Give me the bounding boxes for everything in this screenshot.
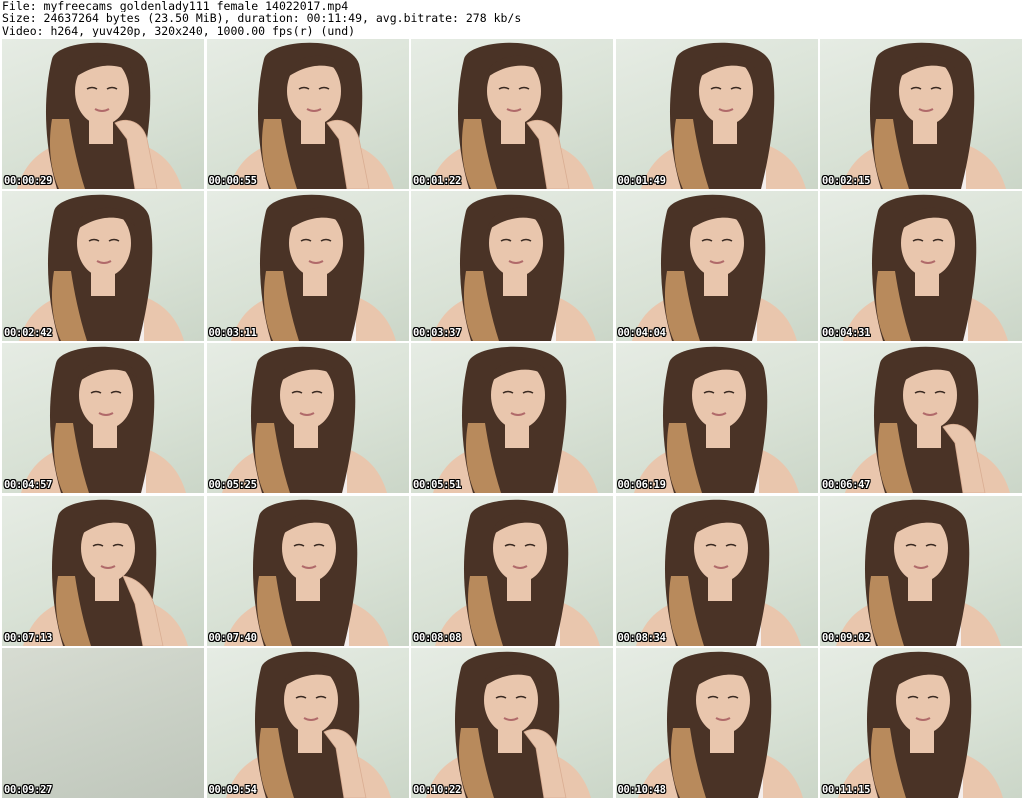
frame-timestamp: 00:06:47: [822, 479, 871, 492]
thumbnail-frame: 00:10:48: [615, 647, 818, 798]
frame-timestamp: 00:00:55: [208, 175, 257, 187]
thumbnail-frame: 00:02:42: [2, 191, 204, 342]
thumbnail-frame: 00:06:19: [615, 343, 818, 494]
file-name-line: File: myfreecams_goldenlady111_female_14…: [2, 0, 349, 13]
frame-image: [225, 651, 391, 798]
frame-timestamp: 00:04:57: [4, 479, 53, 492]
thumbnail-frame: 00:10:22: [411, 647, 613, 798]
frame-image: [429, 42, 594, 189]
thumbnail-frame: 00:00:55: [206, 39, 409, 189]
frame-timestamp: 00:00:29: [4, 175, 53, 187]
thumbnail-frame: 00:03:11: [206, 191, 409, 342]
frame-image: [228, 42, 394, 189]
thumbnail-frame: 00:09:02: [820, 495, 1022, 646]
frame-image: [23, 499, 188, 646]
thumbnail-frame: 00:04:31: [820, 191, 1022, 342]
frame-timestamp: 00:01:22: [413, 175, 462, 187]
thumbnail-frame: 00:02:15: [820, 39, 1022, 189]
frame-image: [640, 42, 806, 189]
thumbnail-frame: 00:04:04: [615, 191, 818, 342]
thumbnail-frame: 00:11:15: [820, 647, 1022, 798]
frame-timestamp: 00:07:13: [4, 631, 53, 644]
frame-image: [633, 347, 799, 494]
thumbnail-frame: 00:09:27: [2, 647, 204, 798]
thumbnail-frame: 00:08:34: [615, 495, 818, 646]
frame-timestamp: 00:09:27: [4, 783, 53, 796]
frame-timestamp: 00:07:40: [208, 631, 257, 644]
frame-image: [221, 347, 387, 494]
frame-image: [431, 194, 596, 342]
frame-timestamp: 00:08:34: [617, 631, 666, 644]
frame-image: [845, 347, 1010, 494]
thumbnail-frame: 00:00:29: [2, 39, 204, 189]
frame-image: [17, 42, 182, 189]
frame-image: [841, 42, 1006, 189]
frame-timestamp: 00:04:31: [822, 327, 871, 340]
thumbnail-frame: 00:08:08: [411, 495, 613, 646]
contact-sheet-header: File: myfreecams_goldenlady111_female_14…: [2, 0, 1022, 38]
frame-timestamp: 00:05:25: [208, 479, 257, 492]
thumbnail-frame: 00:05:51: [411, 343, 613, 494]
thumbnail-frame: 00:01:22: [411, 39, 613, 189]
frame-timestamp: 00:10:48: [617, 783, 666, 796]
frame-timestamp: 00:05:51: [413, 479, 462, 492]
thumbnail-frame: 00:05:25: [206, 343, 409, 494]
frame-image: [836, 499, 1001, 646]
frame-timestamp: 00:01:49: [617, 175, 666, 187]
thumbnail-grid: 00:00:29 00:00:55 00:01:22 00:01:49 00:02:15…: [2, 39, 1022, 798]
thumbnail-frame: 00:07:13: [2, 495, 204, 646]
frame-timestamp: 00:06:19: [617, 479, 666, 492]
frame-timestamp: 00:04:04: [617, 327, 666, 340]
frame-image: [838, 651, 1003, 798]
frame-timestamp: 00:09:54: [208, 783, 257, 796]
frame-timestamp: 00:08:08: [413, 631, 462, 644]
frame-image: [223, 499, 389, 646]
thumbnail-frame: 00:07:40: [206, 495, 409, 646]
frame-timestamp: 00:03:37: [413, 327, 462, 340]
thumbnail-frame: 00:04:57: [2, 343, 204, 494]
frame-image: [426, 651, 591, 798]
frame-timestamp: 00:09:02: [822, 631, 871, 644]
frame-image: [435, 499, 600, 646]
frame-timestamp: 00:11:15: [822, 783, 871, 796]
thumbnail-frame: 00:06:47: [820, 343, 1022, 494]
frame-image: [631, 194, 797, 342]
frame-timestamp: 00:02:42: [4, 327, 53, 340]
frame-image: [637, 651, 803, 798]
file-size-line: Size: 24637264 bytes (23.50 MiB), durati…: [2, 12, 522, 25]
frame-image: [230, 194, 396, 342]
frame-image: [635, 499, 801, 646]
frame-image: [19, 194, 184, 342]
frame-timestamp: 00:10:22: [413, 783, 462, 796]
thumbnail-frame: 00:09:54: [206, 647, 409, 798]
frame-image: [21, 347, 186, 494]
frame-image: [843, 194, 1008, 342]
video-info-line: Video: h264, yuv420p, 320x240, 1000.00 f…: [2, 24, 356, 38]
thumbnail-frame: 00:03:37: [411, 191, 613, 342]
frame-timestamp: 00:03:11: [208, 327, 257, 340]
thumbnail-frame: 00:01:49: [615, 39, 818, 189]
frame-image: [433, 347, 598, 494]
frame-timestamp: 00:02:15: [822, 175, 871, 187]
